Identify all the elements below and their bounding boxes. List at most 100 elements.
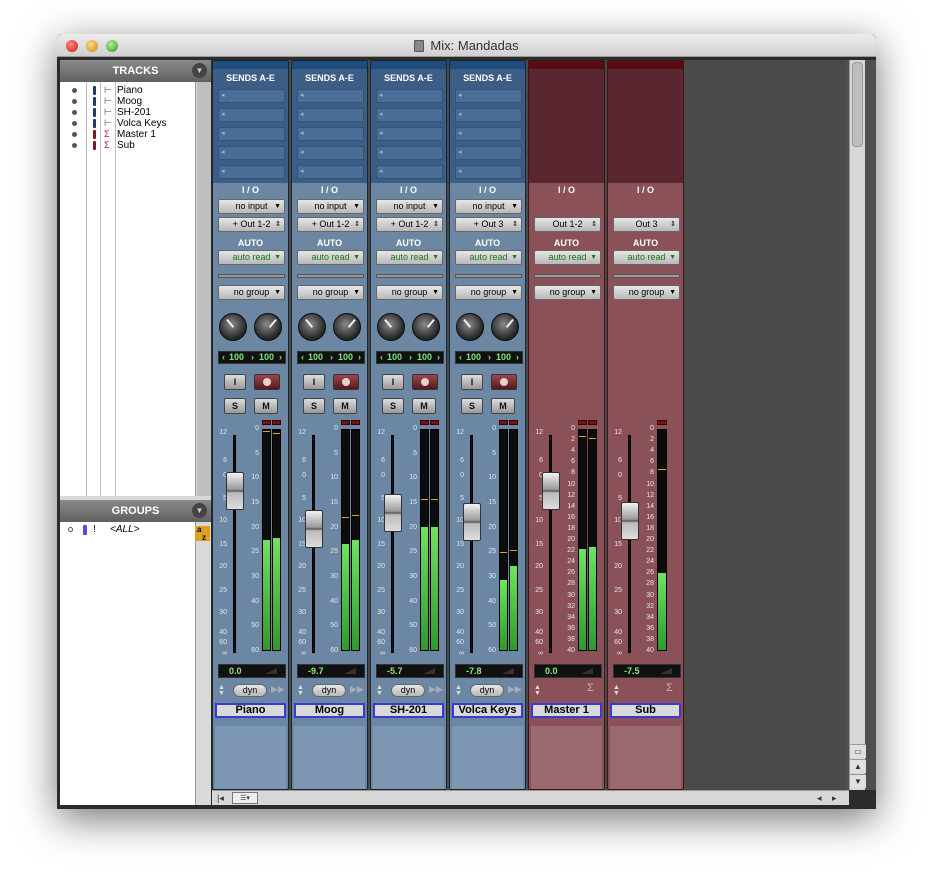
clip-indicator[interactable] [272, 420, 281, 425]
mute-button[interactable]: M [491, 398, 515, 414]
nudge-arrows-icon[interactable]: ▲ ▼ [534, 684, 542, 697]
record-enable-button[interactable] [333, 374, 359, 390]
group-selector[interactable]: no group ▼ [376, 285, 443, 300]
scroll-up-button[interactable]: ▲ [850, 759, 866, 773]
mute-button[interactable]: M [333, 398, 357, 414]
tracks-scrollbar[interactable] [197, 82, 211, 496]
fast-forward-icon[interactable]: ▶▶ [508, 684, 522, 695]
dyn-button[interactable]: dyn [233, 684, 267, 697]
solo-button[interactable]: S [382, 398, 404, 414]
send-slot[interactable]: ◂ [297, 89, 364, 103]
clip-indicator[interactable] [262, 420, 271, 425]
track-row[interactable]: Σ Sub [60, 140, 196, 151]
solo-button[interactable]: S [303, 398, 325, 414]
record-enable-button[interactable] [254, 374, 280, 390]
pan-display[interactable]: ‹ 100 › 100 › [455, 351, 523, 364]
track-name-plate[interactable]: Sub [610, 703, 681, 718]
pan-right-knob[interactable] [491, 313, 519, 341]
volume-readout[interactable]: -9.7 [297, 664, 365, 678]
volume-readout[interactable]: -7.5 [613, 664, 681, 678]
volume-fader[interactable] [226, 471, 244, 510]
clip-indicator[interactable] [351, 420, 360, 425]
output-selector[interactable]: + Out 1-2 ⇕ [376, 217, 443, 232]
group-selector[interactable]: no group ▼ [455, 285, 522, 300]
send-slot[interactable]: ◂ [455, 165, 522, 179]
pan-left-knob[interactable] [298, 313, 326, 341]
track-visible-dot[interactable] [72, 88, 77, 93]
automation-mode-selector[interactable]: auto read ▼ [297, 250, 364, 265]
volume-readout[interactable]: 0.0 [218, 664, 286, 678]
record-enable-button[interactable] [412, 374, 438, 390]
a-z-sort-icon[interactable]: az [195, 526, 210, 542]
pan-display[interactable]: ‹ 100 › 100 › [218, 351, 286, 364]
track-visible-dot[interactable] [72, 121, 77, 126]
clip-indicator[interactable] [509, 420, 518, 425]
send-slot[interactable]: ◂ [297, 127, 364, 141]
volume-readout[interactable]: -7.8 [455, 664, 523, 678]
nudge-arrows-icon[interactable]: ▲ ▼ [376, 684, 384, 697]
group-row[interactable]: ! <ALL> [60, 524, 196, 536]
clip-indicator[interactable] [578, 420, 587, 425]
track-row[interactable]: Σ Master 1 [60, 129, 196, 140]
volume-readout[interactable]: -5.7 [376, 664, 444, 678]
fast-forward-icon[interactable]: ▶▶ [429, 684, 443, 695]
track-name-plate[interactable]: SH-201 [373, 703, 444, 718]
input-monitor-button[interactable]: I [461, 374, 483, 390]
clip-indicator[interactable] [341, 420, 350, 425]
group-selector[interactable]: no group ▼ [613, 285, 680, 300]
send-slot[interactable]: ◂ [297, 108, 364, 122]
send-slot[interactable]: ◂ [297, 146, 364, 160]
output-selector[interactable]: + Out 1-2 ⇕ [218, 217, 285, 232]
send-slot[interactable]: ◂ [455, 127, 522, 141]
tracks-menu-icon[interactable]: ▼ [192, 63, 207, 78]
pan-display[interactable]: ‹ 100 › 100 › [376, 351, 444, 364]
send-slot[interactable]: ◂ [218, 108, 285, 122]
automation-mode-selector[interactable]: auto read ▼ [218, 250, 285, 265]
track-visible-dot[interactable] [72, 99, 77, 104]
automation-mode-selector[interactable]: auto read ▼ [376, 250, 443, 265]
scroll-top-button[interactable]: ▭ [850, 744, 866, 758]
send-slot[interactable]: ◂ [218, 127, 285, 141]
track-name-plate[interactable]: Master 1 [531, 703, 602, 718]
send-slot[interactable]: ◂ [455, 89, 522, 103]
input-monitor-button[interactable]: I [224, 374, 246, 390]
fast-forward-icon[interactable]: ▶▶ [271, 684, 285, 695]
output-selector[interactable]: + Out 3 ⇕ [455, 217, 522, 232]
solo-button[interactable]: S [224, 398, 246, 414]
track-visible-dot[interactable] [72, 132, 77, 137]
track-name-plate[interactable]: Moog [294, 703, 365, 718]
pan-right-knob[interactable] [254, 313, 282, 341]
clip-indicator[interactable] [588, 420, 597, 425]
volume-readout[interactable]: 0.0 [534, 664, 602, 678]
scroll-right-button[interactable]: ▸ [832, 792, 844, 804]
track-visible-dot[interactable] [72, 110, 77, 115]
send-slot[interactable]: ◂ [376, 165, 443, 179]
send-slot[interactable]: ◂ [376, 146, 443, 160]
input-selector[interactable]: no input ▼ [297, 199, 364, 214]
clip-indicator[interactable] [420, 420, 429, 425]
fast-forward-icon[interactable]: ▶▶ [350, 684, 364, 695]
volume-fader[interactable] [621, 501, 639, 540]
mute-button[interactable]: M [254, 398, 278, 414]
send-slot[interactable]: ◂ [218, 89, 285, 103]
pan-left-knob[interactable] [377, 313, 405, 341]
volume-fader[interactable] [542, 471, 560, 510]
group-selector[interactable]: no group ▼ [534, 285, 601, 300]
output-selector[interactable]: Out 1-2 ⇕ [534, 217, 601, 232]
automation-mode-selector[interactable]: auto read ▼ [455, 250, 522, 265]
input-monitor-button[interactable]: I [382, 374, 404, 390]
show-hide-sidebar-icon[interactable]: |◂ [217, 792, 224, 804]
send-slot[interactable]: ◂ [376, 89, 443, 103]
send-slot[interactable]: ◂ [376, 127, 443, 141]
send-slot[interactable]: ◂ [455, 108, 522, 122]
volume-fader[interactable] [463, 502, 481, 541]
dyn-button[interactable]: dyn [470, 684, 504, 697]
record-enable-button[interactable] [491, 374, 517, 390]
tracks-panel-header[interactable]: TRACKS ▼ [60, 60, 211, 82]
track-name-plate[interactable]: Piano [215, 703, 286, 718]
volume-fader[interactable] [384, 494, 402, 533]
automation-mode-selector[interactable]: auto read ▼ [613, 250, 680, 265]
scroll-down-button[interactable]: ▼ [850, 774, 866, 788]
groups-menu-icon[interactable]: ▼ [192, 503, 207, 518]
output-selector[interactable]: Out 3 ⇕ [613, 217, 680, 232]
